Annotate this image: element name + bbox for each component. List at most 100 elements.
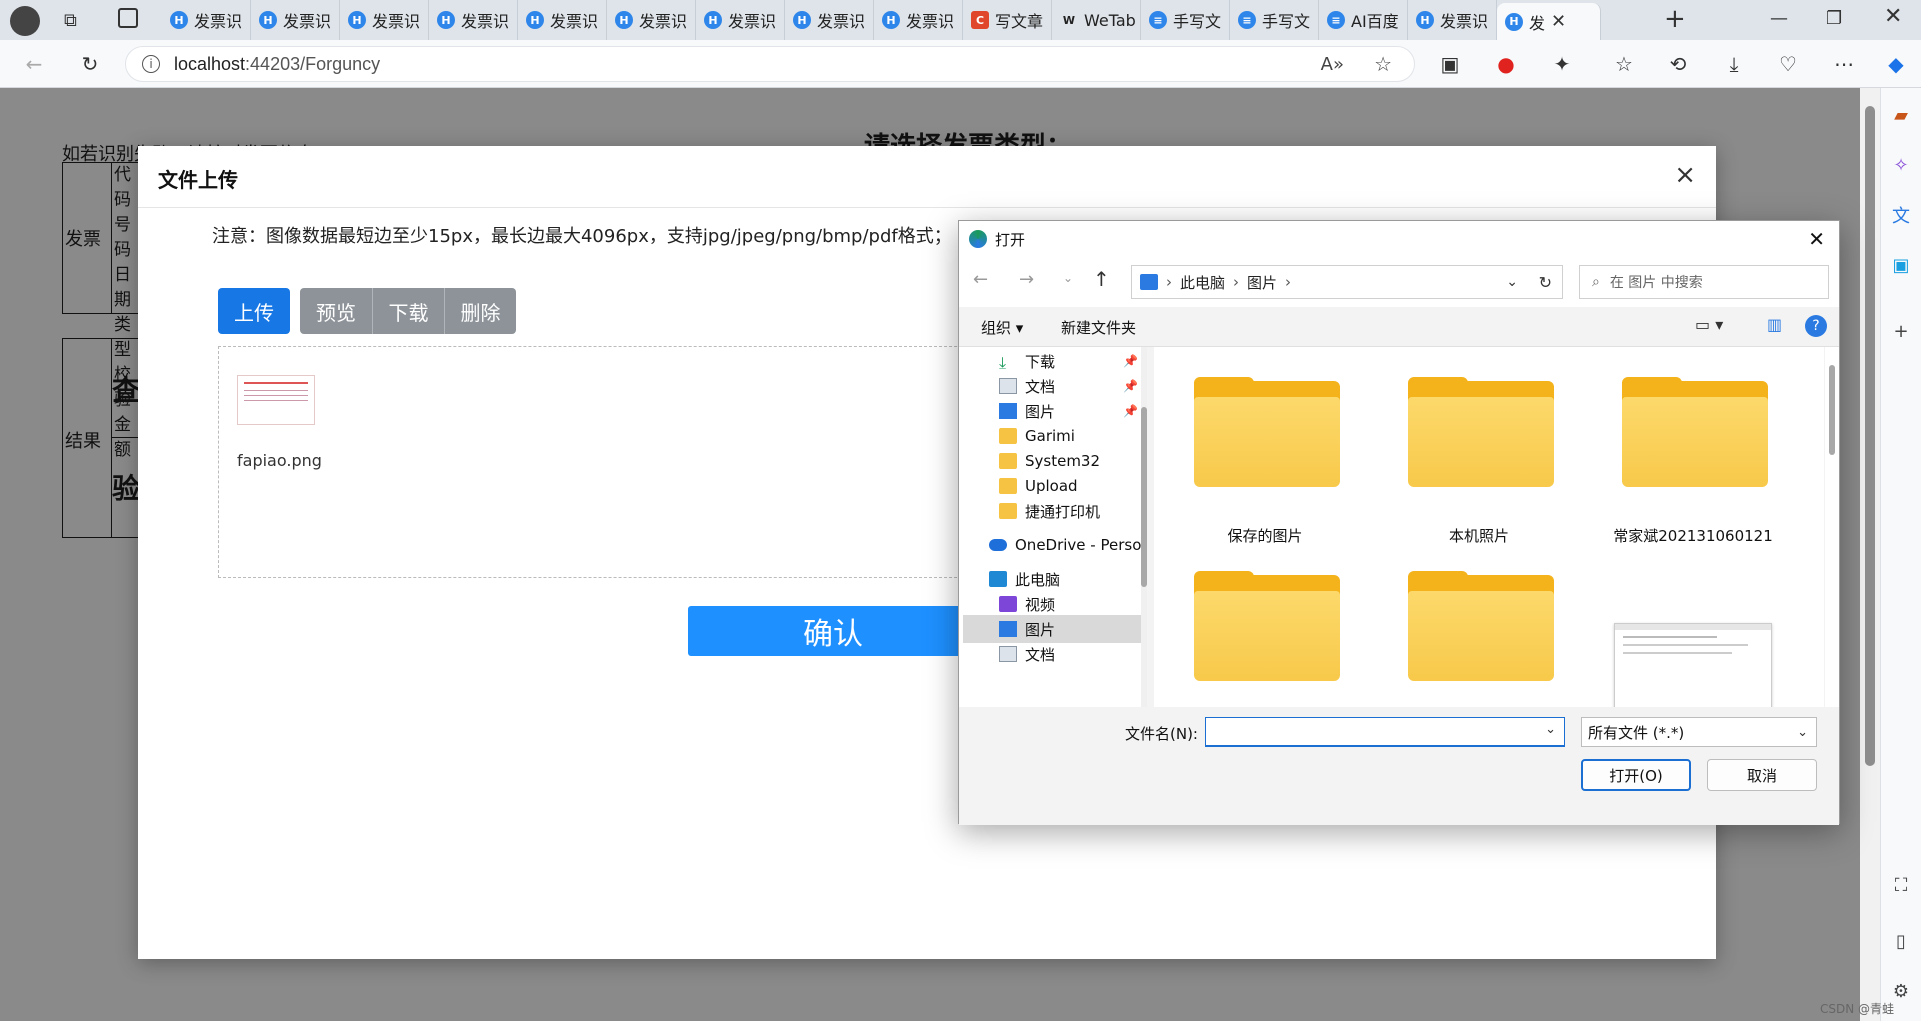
view-options-icon[interactable]: ▭ ▾ bbox=[1695, 315, 1723, 334]
filename-input[interactable]: ⌄ bbox=[1205, 717, 1565, 747]
document-icon bbox=[999, 378, 1017, 394]
dialog-breadcrumb[interactable]: › 此电脑 › 图片 › ⌄ ↻ bbox=[1131, 265, 1563, 299]
refresh-icon[interactable]: ↻ bbox=[74, 48, 106, 80]
bilibili-icon[interactable]: ▣ bbox=[1886, 250, 1916, 280]
address-bar[interactable]: i localhost:44203/Forguncy A» ☆ bbox=[125, 46, 1415, 82]
dialog-close-icon[interactable]: ✕ bbox=[1808, 227, 1825, 251]
tab-actions-icon[interactable] bbox=[118, 8, 138, 28]
modal-close-button[interactable]: × bbox=[1674, 160, 1696, 190]
tab-favicon-icon: H bbox=[526, 11, 544, 29]
preview-button[interactable]: 预览 bbox=[300, 288, 372, 334]
breadcrumb-dropdown-icon[interactable]: ⌄ bbox=[1506, 274, 1518, 290]
tree-item-this-pc[interactable]: 此电脑 bbox=[989, 565, 1146, 593]
download-button[interactable]: 下载 bbox=[372, 288, 444, 334]
tree-item-printer[interactable]: 捷通打印机 bbox=[999, 497, 1146, 525]
tools-icon[interactable]: ▰ bbox=[1886, 100, 1916, 130]
dialog-search-box[interactable]: ⌕ 在 图片 中搜索 bbox=[1579, 265, 1829, 299]
browser-tab[interactable]: H 发票识 bbox=[162, 0, 251, 40]
cloud-icon bbox=[989, 539, 1007, 551]
tree-item-documents-pc[interactable]: 文档 bbox=[999, 640, 1146, 668]
browser-tab[interactable]: H 发票识 bbox=[607, 0, 696, 40]
browser-tab[interactable]: H 发票识 bbox=[518, 0, 607, 40]
browser-tab[interactable]: H 发票识 bbox=[429, 0, 518, 40]
dialog-refresh-icon[interactable]: ↻ bbox=[1539, 273, 1552, 292]
pictures-icon bbox=[999, 621, 1017, 637]
content-scrollbar[interactable] bbox=[1825, 347, 1839, 707]
tree-item-pictures-quick[interactable]: 图片 📌 bbox=[999, 397, 1146, 425]
browser-tab[interactable]: H 发票识 bbox=[1408, 0, 1497, 40]
extension-opera-icon[interactable]: ● bbox=[1490, 48, 1522, 80]
dialog-forward-icon[interactable]: → bbox=[1019, 269, 1034, 290]
sidebar-add-icon[interactable]: + bbox=[1886, 316, 1916, 346]
tree-item-documents[interactable]: 文档 📌 bbox=[999, 372, 1146, 400]
tree-item-pictures-selected[interactable]: 图片 bbox=[963, 615, 1141, 643]
dialog-back-icon[interactable]: ← bbox=[973, 269, 988, 290]
history-icon[interactable]: ⟲ bbox=[1662, 48, 1694, 80]
screenshot-tool-icon[interactable]: ⛶ bbox=[1886, 870, 1916, 900]
dialog-recent-icon[interactable]: ⌄ bbox=[1063, 271, 1073, 285]
more-menu-icon[interactable]: ⋯ bbox=[1828, 48, 1860, 80]
browser-tab[interactable]: W WeTab bbox=[1052, 0, 1141, 40]
back-icon[interactable]: ← bbox=[18, 48, 50, 80]
copilot-icon[interactable]: ◆ bbox=[1880, 48, 1912, 80]
file-type-select[interactable]: 所有文件 (*.*) ⌄ bbox=[1581, 717, 1817, 747]
help-icon[interactable]: ? bbox=[1805, 315, 1827, 337]
cancel-button[interactable]: 取消 bbox=[1707, 759, 1817, 791]
restore-button[interactable]: ❐ bbox=[1826, 8, 1842, 29]
delete-button[interactable]: 删除 bbox=[444, 288, 516, 334]
extensions-icon[interactable]: ✦ bbox=[1546, 48, 1578, 80]
dialog-up-icon[interactable]: ↑ bbox=[1093, 267, 1110, 291]
tab-favicon-icon: H bbox=[259, 11, 277, 29]
page-scrollbar-thumb[interactable] bbox=[1865, 106, 1875, 766]
confirm-button[interactable]: 确认 bbox=[688, 606, 978, 656]
tab-favicon-icon: H bbox=[882, 11, 900, 29]
translate-icon[interactable]: 文 bbox=[1886, 200, 1916, 230]
browser-tab[interactable]: ≡ AI百度 bbox=[1319, 0, 1408, 40]
breadcrumb-pictures[interactable]: 图片 bbox=[1247, 272, 1277, 293]
window-close-button[interactable]: ✕ bbox=[1884, 4, 1902, 29]
browser-tab[interactable]: C 写文章 bbox=[963, 0, 1052, 40]
sidebar-toggle-icon[interactable]: ▯ bbox=[1886, 926, 1916, 956]
preview-pane-icon[interactable]: ▥ bbox=[1767, 315, 1782, 334]
extension-game-icon[interactable]: ▣ bbox=[1434, 48, 1466, 80]
tree-item-upload[interactable]: Upload bbox=[999, 472, 1146, 500]
browser-tab[interactable]: ≡ 手写文 bbox=[1230, 0, 1319, 40]
minimize-button[interactable]: — bbox=[1770, 8, 1788, 29]
new-tab-button[interactable]: + bbox=[1664, 4, 1686, 34]
organize-menu[interactable]: 组织 ▾ bbox=[981, 317, 1023, 338]
browser-tab[interactable]: H 发 ✕ bbox=[1497, 3, 1601, 40]
performance-icon[interactable]: ♡ bbox=[1772, 48, 1804, 80]
breadcrumb-this-pc[interactable]: 此电脑 bbox=[1180, 272, 1225, 293]
page-scrollbar[interactable] bbox=[1860, 88, 1880, 1021]
folder-icon bbox=[999, 453, 1017, 469]
file-type-value: 所有文件 (*.*) bbox=[1588, 723, 1685, 742]
screenshot-thumbnail[interactable] bbox=[1614, 623, 1772, 707]
tab-close-icon[interactable]: ✕ bbox=[1551, 11, 1566, 32]
favorites-icon[interactable]: ☆ bbox=[1608, 48, 1640, 80]
info-icon[interactable]: i bbox=[142, 55, 160, 73]
browser-tab[interactable]: ≡ 手写文 bbox=[1141, 0, 1230, 40]
browser-tab[interactable]: H 发票识 bbox=[785, 0, 874, 40]
browser-tab[interactable]: H 发票识 bbox=[874, 0, 963, 40]
folder-icon bbox=[999, 503, 1017, 519]
new-folder-button[interactable]: 新建文件夹 bbox=[1061, 317, 1136, 338]
tree-item-videos[interactable]: 视频 bbox=[999, 590, 1146, 618]
read-aloud-icon[interactable]: A» bbox=[1321, 54, 1344, 75]
magic-icon[interactable]: ✧ bbox=[1886, 150, 1916, 180]
workspaces-icon[interactable]: ⧉ bbox=[64, 10, 77, 31]
browser-tab[interactable]: H 发票识 bbox=[340, 0, 429, 40]
tree-item-onedrive[interactable]: OneDrive - Perso bbox=[989, 531, 1146, 559]
tree-item-system32[interactable]: System32 bbox=[999, 447, 1146, 475]
browser-tab[interactable]: H 发票识 bbox=[251, 0, 340, 40]
file-thumbnail[interactable] bbox=[237, 375, 315, 425]
tree-item-garimi[interactable]: Garimi bbox=[999, 422, 1146, 450]
tree-item-downloads[interactable]: ⤓ 下载 📌 bbox=[999, 347, 1146, 375]
browser-tab[interactable]: H 发票识 bbox=[696, 0, 785, 40]
profile-avatar[interactable] bbox=[10, 6, 40, 36]
download-icon[interactable]: ⤓ bbox=[1718, 48, 1750, 80]
upload-button[interactable]: 上传 bbox=[218, 288, 290, 334]
filename-dropdown-icon[interactable]: ⌄ bbox=[1545, 722, 1556, 737]
open-button[interactable]: 打开(O) bbox=[1581, 759, 1691, 791]
favorite-star-icon[interactable]: ☆ bbox=[1374, 52, 1392, 76]
tree-scrollbar[interactable] bbox=[1141, 347, 1147, 707]
